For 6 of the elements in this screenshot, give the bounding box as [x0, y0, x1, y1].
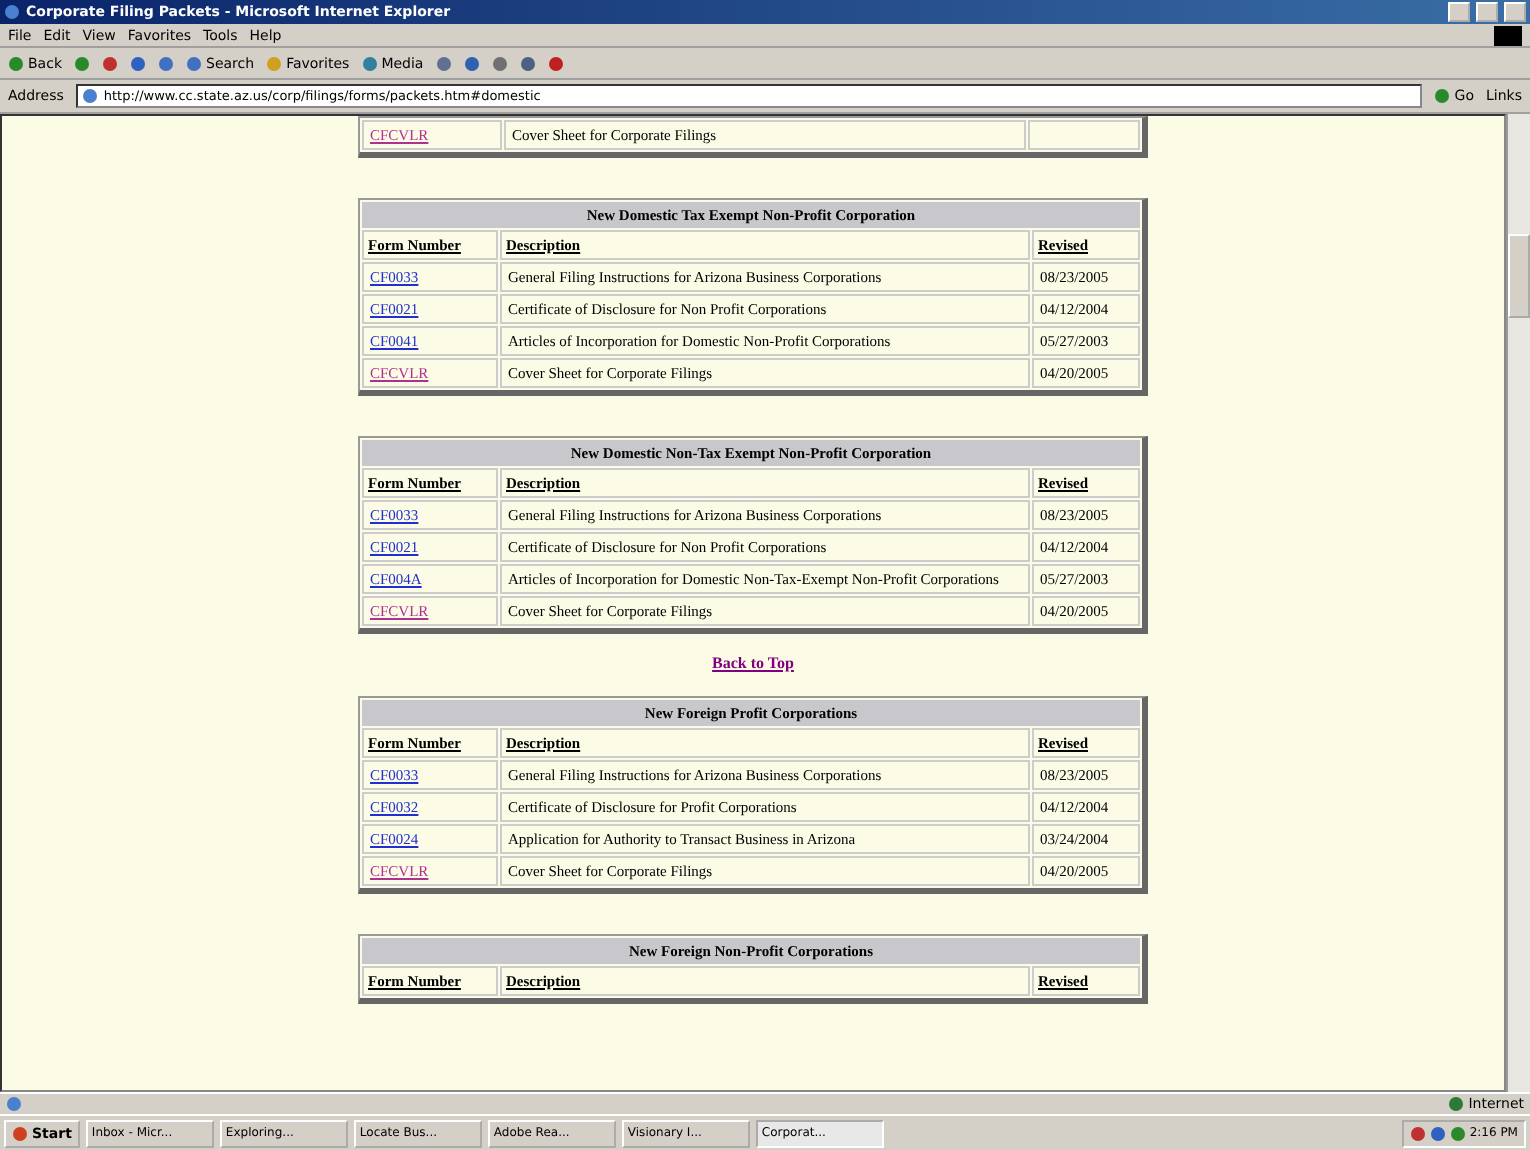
- maximize-button[interactable]: [1476, 2, 1498, 22]
- minimize-button[interactable]: [1448, 2, 1470, 22]
- back-to-top-link[interactable]: Back to Top: [712, 654, 794, 672]
- close-button[interactable]: [1504, 2, 1526, 22]
- scrollbar[interactable]: [1506, 114, 1530, 1092]
- scroll-thumb[interactable]: [1508, 234, 1530, 318]
